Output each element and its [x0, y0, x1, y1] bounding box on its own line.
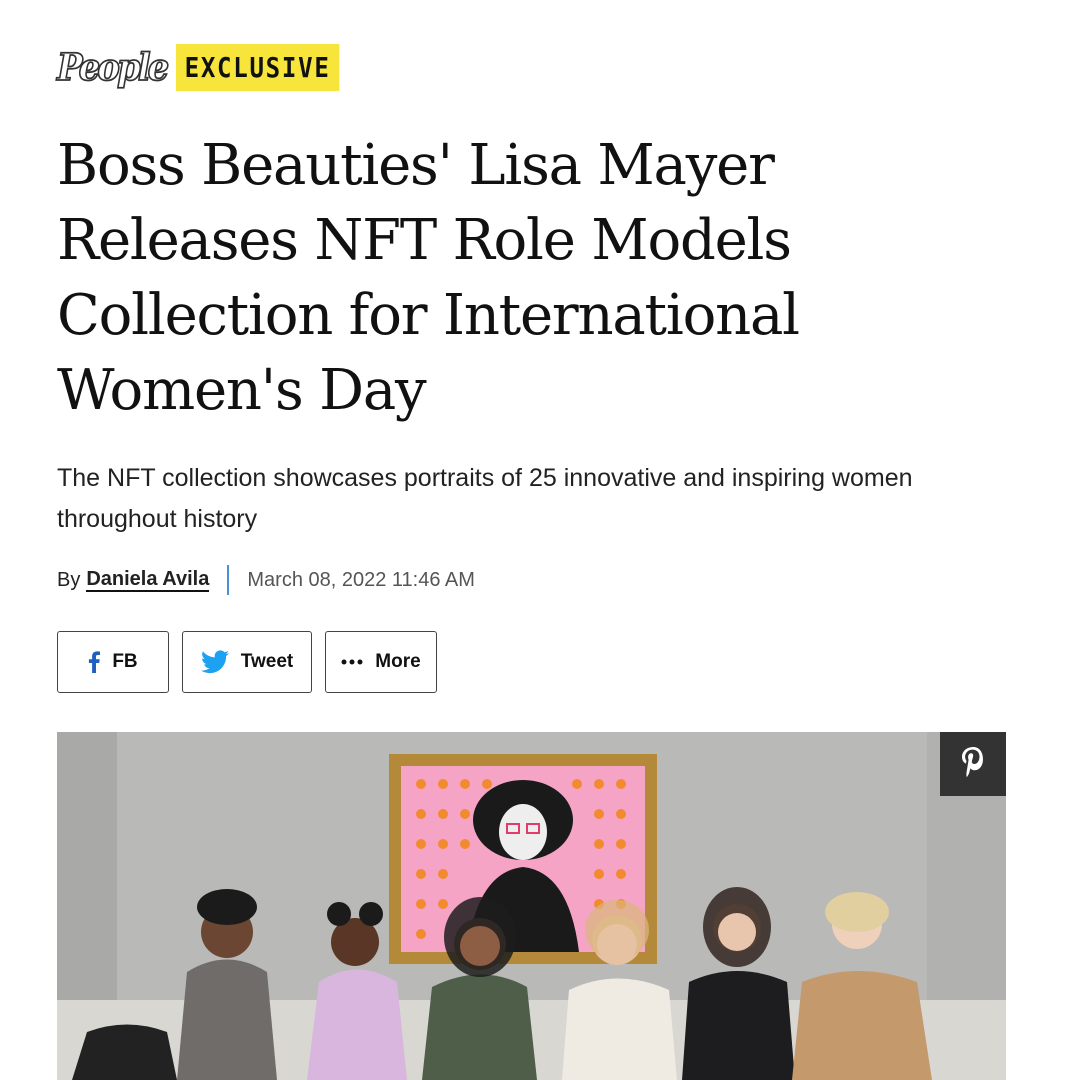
article-title: Boss Beauties' Lisa Mayer Releases NFT R… [57, 133, 800, 423]
group-photo-illustration [57, 732, 1006, 1080]
article-photo[interactable] [57, 732, 1006, 1080]
byline-divider [227, 565, 230, 595]
pinterest-button[interactable] [940, 732, 1006, 796]
pinterest-icon [961, 747, 985, 781]
more-dots-icon [341, 659, 363, 665]
people-logo[interactable]: People [56, 48, 170, 87]
more-share-button[interactable]: More [325, 631, 437, 693]
tweet-share-label: Tweet [240, 651, 294, 672]
share-bar: FB Tweet More [57, 631, 437, 693]
publish-date: March 08, 2022 11:46 AM [247, 568, 475, 591]
brand-header: People EXCLUSIVE [56, 44, 366, 91]
twitter-icon [200, 650, 229, 674]
more-share-label: More [375, 651, 421, 672]
byline-prefix: By [57, 568, 81, 591]
facebook-share-label: FB [112, 651, 138, 672]
author-link[interactable]: Daniela Avila [86, 568, 210, 592]
facebook-icon [88, 651, 101, 673]
article-subtitle: The NFT collection showcases portraits o… [57, 464, 913, 533]
tweet-share-button[interactable]: Tweet [182, 631, 312, 693]
byline: By Daniela Avila March 08, 2022 11:46 AM [57, 563, 475, 597]
facebook-share-button[interactable]: FB [57, 631, 169, 693]
exclusive-badge: EXCLUSIVE [176, 44, 340, 91]
